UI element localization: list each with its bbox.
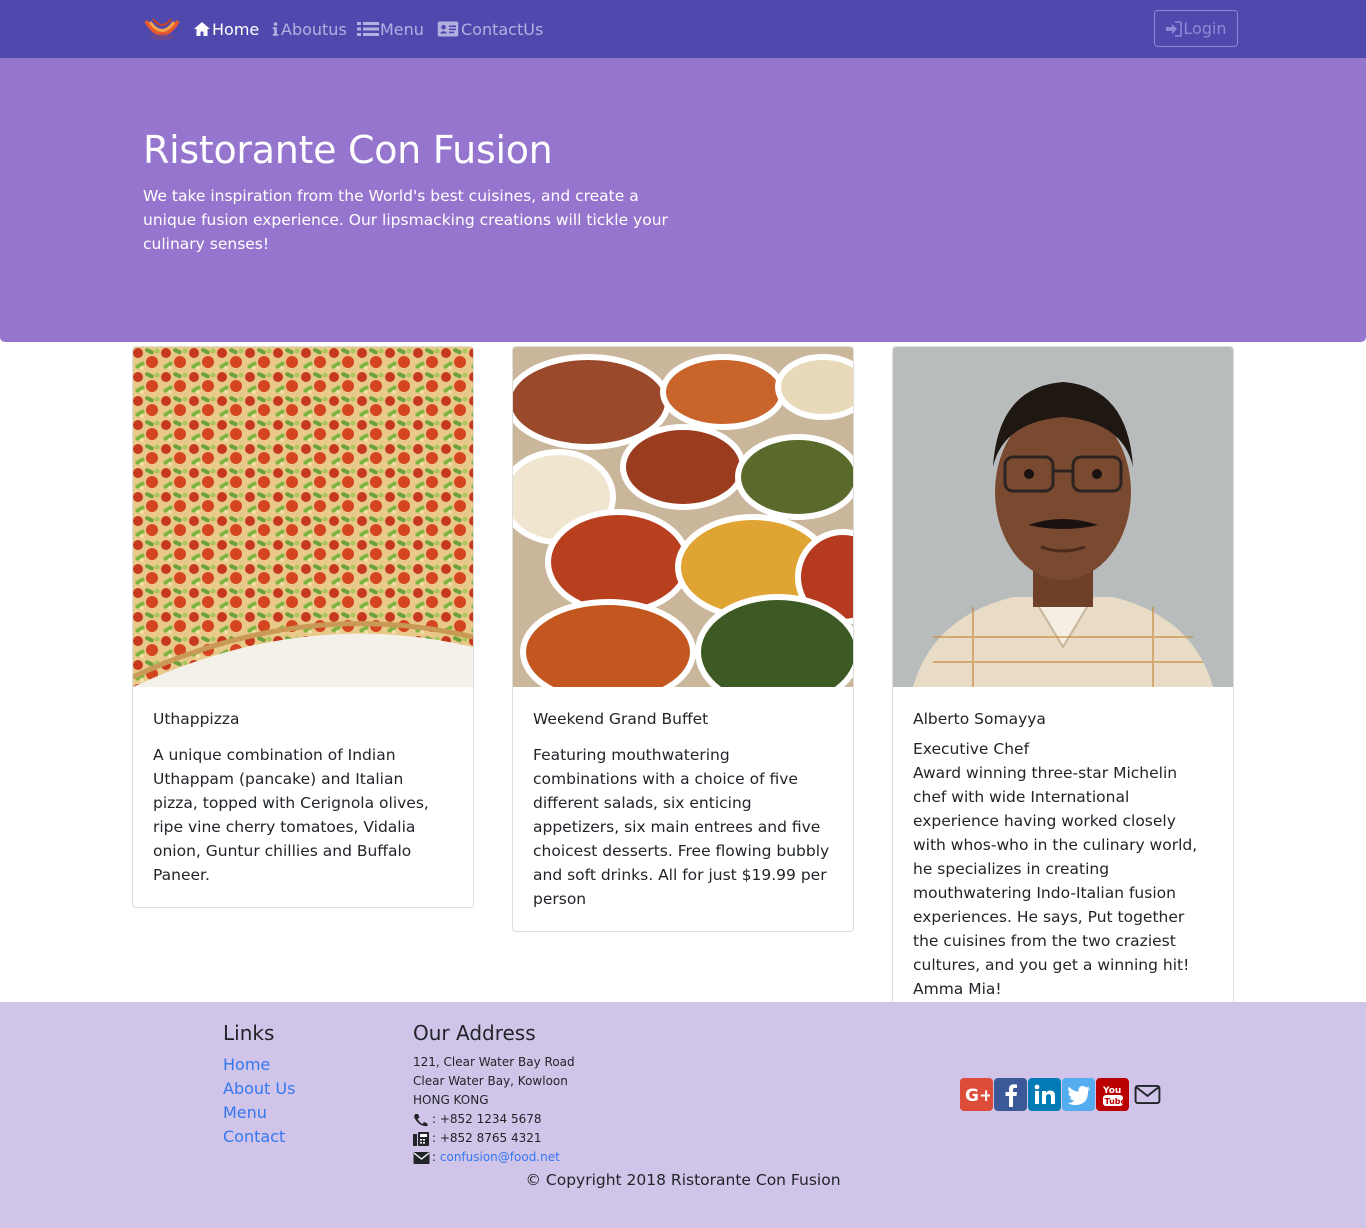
svg-text:G+: G+ [965, 1086, 990, 1106]
login-button[interactable]: Login [1154, 10, 1238, 47]
nav-contactus[interactable]: ContactUs [436, 19, 543, 39]
promotion-description: Featuring mouthwatering combinations wit… [533, 746, 830, 908]
footer-link-home: Home [223, 1053, 295, 1077]
buffet-image [513, 347, 853, 687]
brand-logo[interactable] [143, 13, 181, 45]
promotion-name: Weekend Grand Buffet [533, 710, 709, 728]
facebook-icon[interactable] [994, 1078, 1027, 1111]
footer-link-menu-label[interactable]: Menu [223, 1103, 267, 1122]
links-heading: Links [223, 1021, 275, 1045]
footer-link-contact: Contact [223, 1125, 295, 1149]
list-icon [357, 22, 379, 36]
restaurant-title: Ristorante Con Fusion [143, 128, 553, 172]
home-icon [194, 22, 210, 36]
email-icon[interactable] [1132, 1078, 1162, 1111]
email-row: : confusion@food.net [413, 1148, 575, 1167]
email-prefix: : [432, 1150, 437, 1164]
leader-description: Award winning three-star Michelin chef w… [913, 764, 1198, 998]
address-line-1: 121, Clear Water Bay Road [413, 1055, 575, 1069]
footer-link-contact-label[interactable]: Contact [223, 1127, 285, 1146]
copyright-text: © Copyright 2018 Ristorante Con Fusion [525, 1171, 841, 1189]
footer-link-home-label[interactable]: Home [223, 1055, 270, 1074]
address-heading: Our Address [413, 1021, 536, 1045]
footer-link-aboutus: About Us [223, 1077, 295, 1101]
dish-image [133, 347, 473, 687]
nav-aboutus-label: Aboutus [281, 19, 347, 39]
nav-contactus-label: ContactUs [461, 19, 544, 39]
address-line-3: HONG KONG [413, 1093, 489, 1107]
footer-links: Home About Us Menu Contact [223, 1053, 295, 1149]
svg-text:Tube: Tube [1104, 1097, 1126, 1106]
nav-home-label: Home [212, 19, 260, 39]
email-link[interactable]: confusion@food.net [440, 1148, 560, 1167]
social-links: G+ You Tube [960, 1078, 1162, 1111]
twitter-icon[interactable] [1062, 1078, 1095, 1111]
card-dish: Uthappizza A unique combination of India… [132, 346, 474, 908]
leader-designation: Executive Chef [913, 740, 1030, 758]
nav-menu-label: Menu [380, 19, 424, 39]
nav-home[interactable]: Home [193, 19, 259, 39]
dish-name: Uthappizza [153, 710, 240, 728]
fax-number: : +852 8765 4321 [432, 1131, 542, 1145]
login-label: Login [1183, 19, 1227, 38]
footer-link-aboutus-label[interactable]: About Us [223, 1079, 295, 1098]
footer-link-menu: Menu [223, 1101, 295, 1125]
envelope-icon [413, 1151, 430, 1164]
fax-icon [413, 1131, 429, 1146]
linkedin-icon[interactable] [1028, 1078, 1061, 1111]
card-promotion: Weekend Grand Buffet Featuring mouthwate… [512, 346, 854, 932]
google-plus-icon[interactable]: G+ [960, 1078, 993, 1111]
youtube-icon[interactable]: You Tube [1096, 1078, 1129, 1111]
info-icon [272, 22, 279, 36]
phone-row: : +852 1234 5678 [413, 1110, 575, 1129]
sign-in-icon [1166, 20, 1183, 37]
restaurant-description: We take inspiration from the World's bes… [143, 187, 668, 253]
phone-icon [414, 1113, 428, 1126]
nav-aboutus[interactable]: Aboutus [271, 19, 347, 39]
address-line-2: Clear Water Bay, Kowloon [413, 1074, 568, 1088]
chef-photo [893, 347, 1233, 687]
fax-row: : +852 8765 4321 [413, 1129, 575, 1148]
phone-number: : +852 1234 5678 [432, 1112, 542, 1126]
dish-description: A unique combination of Indian Uthappam … [153, 746, 429, 884]
navbar: Home Aboutus Menu ContactUs Login [0, 0, 1366, 58]
leader-name: Alberto Somayya [913, 710, 1046, 728]
card-leader: Alberto Somayya Executive Chef Award win… [892, 346, 1234, 1022]
footer [0, 1002, 1366, 1228]
address-block: 121, Clear Water Bay Road Clear Water Ba… [413, 1053, 575, 1167]
svg-text:You: You [1102, 1086, 1121, 1096]
address-card-icon [437, 21, 459, 37]
nav-menu[interactable]: Menu [357, 19, 424, 39]
